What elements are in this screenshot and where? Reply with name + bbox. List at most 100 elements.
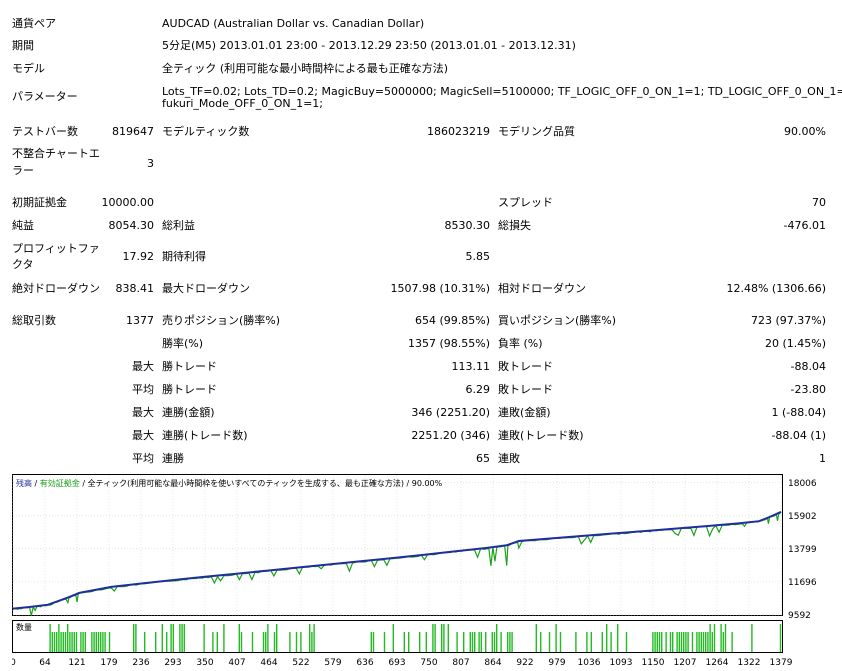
volume-bar (419, 632, 421, 652)
bars-value: 819647 (112, 125, 154, 138)
volume-bar (535, 624, 537, 652)
volume-bar (309, 624, 311, 652)
gross-profit-value: 8530.30 (444, 219, 491, 232)
volume-label: 数量 (16, 622, 32, 632)
long-positions-label: 買いポジション(勝率%) (498, 314, 617, 327)
chart-frame (12, 474, 783, 616)
volume-bar (300, 632, 302, 652)
volume-bar (166, 632, 168, 652)
legend-equity: 有効証拠金 (40, 478, 80, 488)
legend-balance: 残高 (16, 478, 32, 488)
deposit-label: 初期証拠金 (12, 196, 67, 209)
volume-bar (707, 632, 709, 652)
ticks-label: モデルティック数 (162, 125, 250, 138)
volume-bar (665, 632, 667, 652)
volume-bar (170, 624, 172, 652)
profit-factor-value: 17.92 (122, 250, 155, 263)
chart-legend: 残高 / 有効証拠金 / 全ティック(利用可能な最小時間枠を使いすべてのティック… (16, 478, 443, 488)
volume-bar (575, 632, 577, 652)
abs-drawdown-label: 絶対ドローダウン (12, 282, 100, 295)
short-positions-value: 654 (99.85%) (414, 314, 490, 327)
volume-bar (606, 624, 608, 652)
gross-profit-label: 総利益 (162, 219, 195, 232)
volume-bar (403, 632, 405, 652)
max-word-3: 最大 (132, 429, 154, 442)
volume-bar (702, 632, 705, 652)
volume-bar (432, 624, 434, 652)
volume-bar (102, 632, 104, 652)
max-cons-losses-value: 1 (-88.04) (771, 406, 826, 419)
largest-word: 最大 (132, 360, 154, 373)
volume-bar (676, 632, 678, 652)
max-cons-loss-value: -88.04 (1) (771, 429, 826, 442)
volume-bar (434, 624, 436, 652)
volume-bar (480, 632, 482, 652)
ticks-value: 186023219 (427, 125, 490, 138)
volume-bar (95, 632, 97, 652)
x-tick-label: 1379 (770, 658, 793, 668)
params-label: パラメーター (12, 90, 78, 103)
volume-bar (658, 632, 661, 652)
volume-bar (724, 624, 727, 652)
spread-value: 70 (812, 196, 826, 209)
expected-payoff-label: 期待利得 (162, 250, 206, 263)
volume-bar (408, 632, 410, 652)
volume-bar (700, 632, 702, 652)
volume-bar (64, 632, 67, 652)
volume-bar (216, 632, 218, 652)
period-label: 期間 (12, 39, 34, 52)
x-tick-label: 1322 (738, 658, 761, 668)
volume-bar (370, 632, 372, 652)
volume-bar (273, 632, 276, 652)
x-tick-label: 64 (39, 658, 51, 668)
volume-bar (51, 632, 53, 652)
x-tick-label: 179 (100, 658, 117, 668)
symbol-label: 通貨ペア (12, 17, 56, 30)
volume-bar (491, 632, 493, 652)
model-value: 全ティック (利用可能な最小時間枠による最も正確な方法) (162, 62, 449, 75)
volume-bar (84, 632, 86, 652)
volume-bar (265, 632, 267, 652)
volume-bar (392, 624, 394, 652)
volume-bar (67, 624, 69, 652)
symbol-value: AUDCAD (Australian Dollar vs. Canadian D… (162, 17, 425, 30)
volume-bar (720, 624, 722, 652)
net-profit-label: 純益 (12, 219, 34, 232)
volume-bar (56, 632, 58, 652)
volume-bar (687, 632, 689, 652)
volume-bar (731, 632, 733, 652)
params-line-2: fukuri_Mode_OFF_0_ON_1=1; (162, 97, 324, 110)
volume-bar (456, 632, 458, 652)
volume-bar (91, 632, 93, 652)
volume-bar (425, 632, 427, 652)
max-cons-profit-value: 2251.20 (346) (411, 429, 490, 442)
x-tick-label: 636 (356, 658, 373, 668)
volume-bar (691, 632, 694, 652)
avg-cons-wins-label: 連勝 (162, 452, 184, 465)
volume-bar (223, 624, 225, 652)
volume-bar (80, 632, 82, 652)
mismatch-label-1: 不整合チャートエ (12, 147, 100, 160)
volume-bar (617, 624, 619, 652)
volume-bar (496, 624, 498, 652)
x-tick-label: 1150 (642, 658, 665, 668)
volume-bar (58, 624, 60, 652)
volume-bar (590, 632, 592, 652)
volume-bar (463, 632, 465, 652)
x-tick-label: 1093 (610, 658, 633, 668)
volume-bar (698, 632, 700, 652)
x-tick-label: 922 (516, 658, 533, 668)
volume-bar (555, 624, 557, 652)
volume-bar (548, 632, 551, 652)
largest-win-label: 勝トレード (162, 360, 217, 373)
avg-cons-wins-value: 65 (476, 452, 490, 465)
volume-bar (69, 632, 71, 652)
volume-bar (669, 632, 672, 652)
x-tick-label: 522 (292, 658, 309, 668)
quality-value: 90.00% (784, 125, 826, 138)
volume-bar (372, 632, 375, 652)
largest-loss-label: 敗トレード (498, 360, 553, 373)
volume-bar (133, 624, 135, 652)
max-cons-losses-label: 連敗(金額) (498, 406, 551, 419)
volume-bar (144, 632, 146, 652)
